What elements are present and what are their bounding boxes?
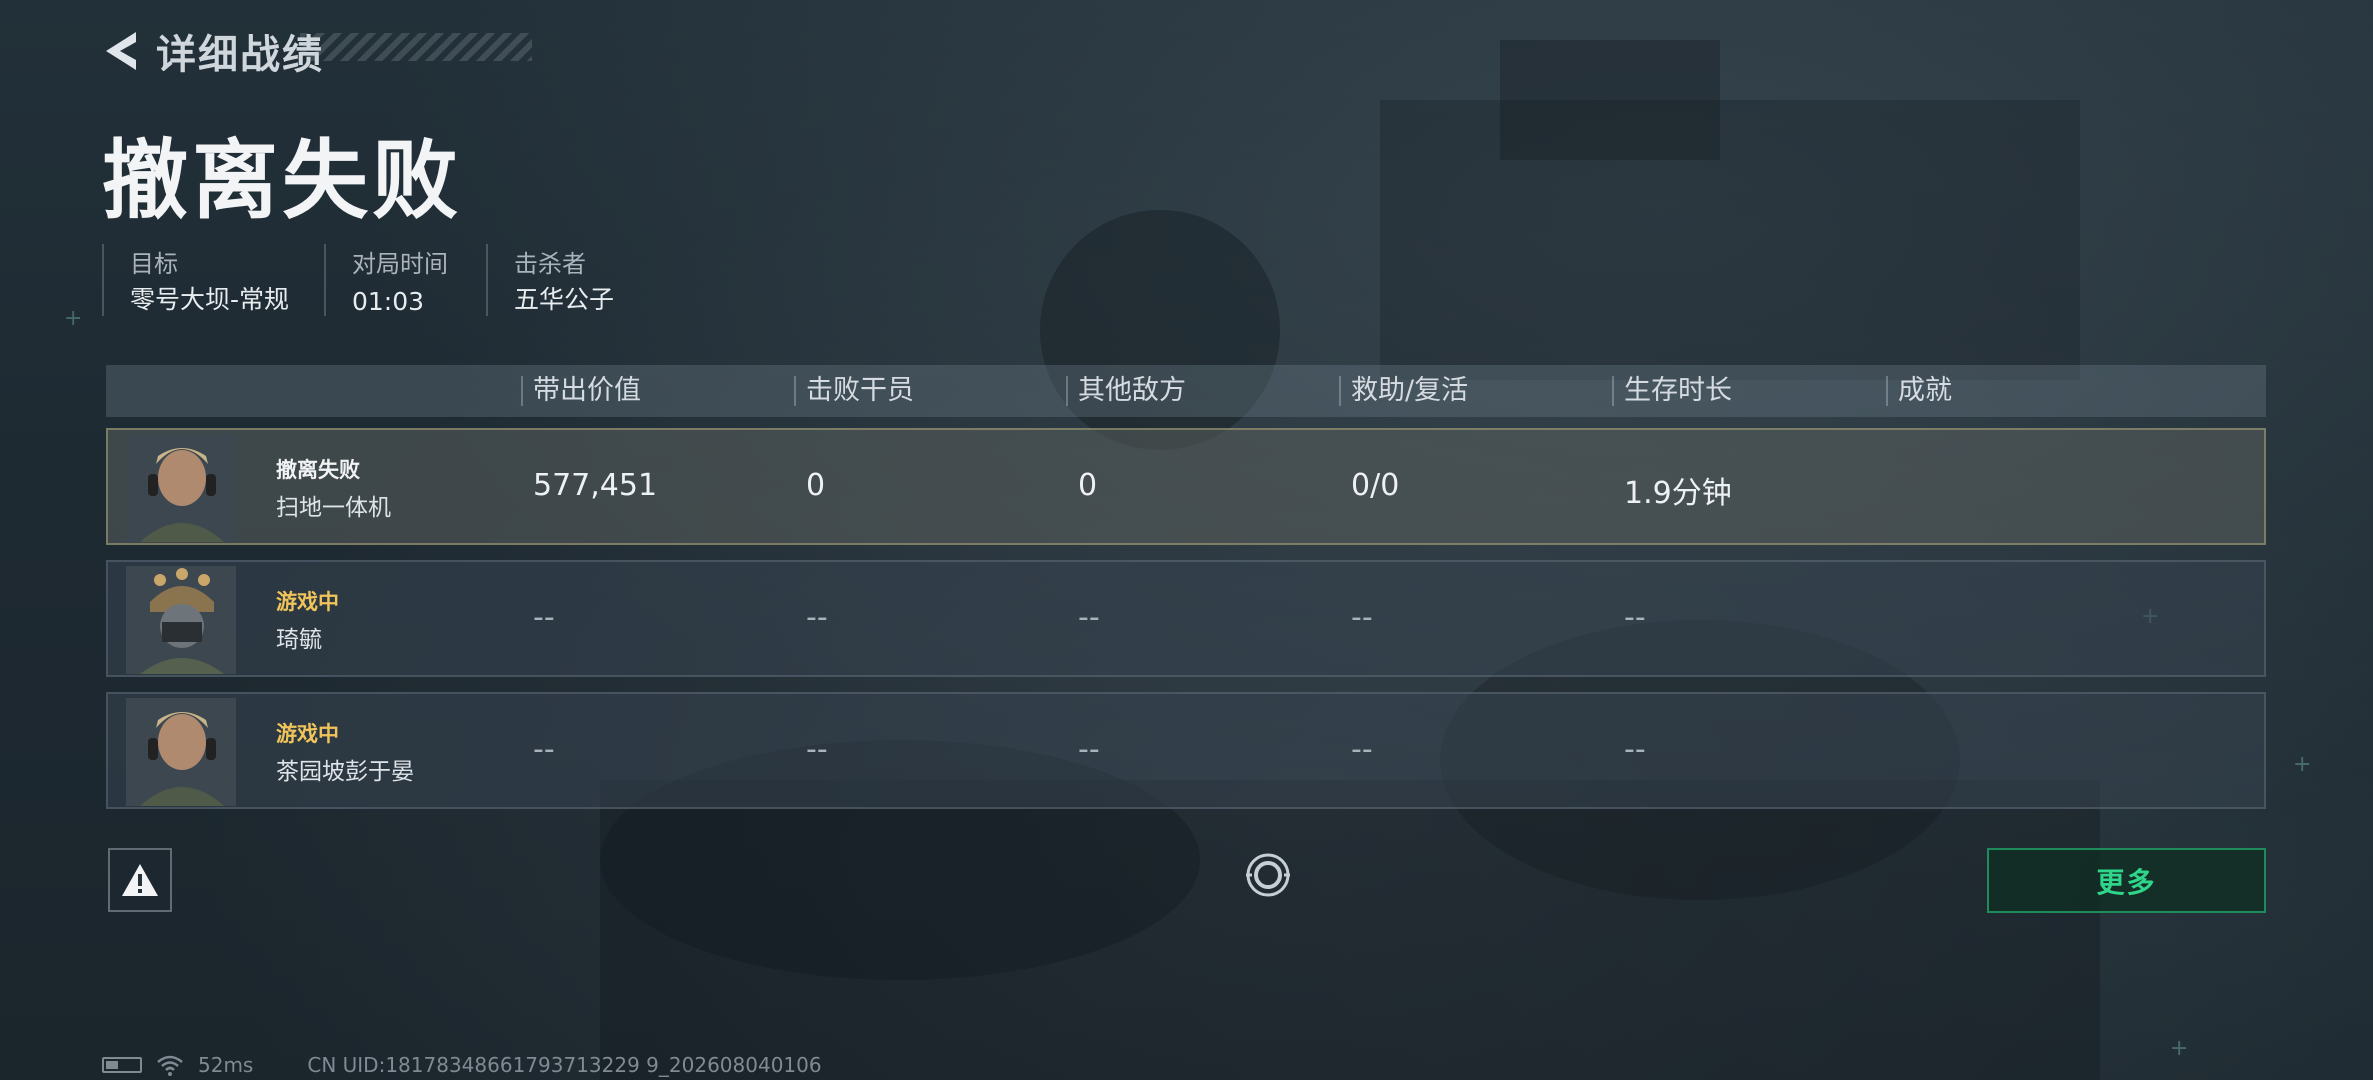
- column-header-other-enemies: 其他敌方: [1066, 376, 1186, 406]
- back-navigation[interactable]: 详细战绩: [100, 22, 324, 80]
- warning-icon: [122, 864, 158, 896]
- info-value: 01:03: [352, 287, 425, 316]
- cell-rescue: --: [1351, 600, 1373, 635]
- decor-plus-icon: +: [2170, 1036, 2189, 1061]
- player-status: 游戏中: [276, 722, 339, 746]
- cell-value: --: [533, 600, 555, 635]
- info-label: 对局时间: [352, 250, 448, 278]
- avatar: [126, 566, 236, 674]
- avatar: [126, 698, 236, 806]
- player-status: 游戏中: [276, 590, 339, 614]
- cell-other-enemies: 0: [1078, 468, 1098, 503]
- info-value: 五华公子: [514, 285, 615, 314]
- uid-text: CN UID:18178348661793713229 9_2026080401…: [307, 1053, 822, 1077]
- battery-icon: [102, 1057, 142, 1073]
- decor-plus-icon: +: [64, 306, 83, 331]
- ping-text: 52ms: [198, 1053, 254, 1077]
- status-footer: 52ms CN UID:18178348661793713229 9_20260…: [102, 1053, 822, 1077]
- info-objective: 目标 零号大坝-常规: [102, 244, 324, 316]
- report-button[interactable]: [108, 848, 172, 912]
- decor-plus-icon: +: [2293, 752, 2312, 777]
- player-name: 茶园坡彭于晏: [276, 759, 414, 785]
- info-killer: 击杀者 五华公子: [486, 244, 660, 316]
- column-header-achievements: 成就: [1886, 376, 1952, 406]
- table-header: 带出价值 击败干员 其他敌方 救助/复活 生存时长 成就: [106, 365, 2266, 417]
- player-name: 琦毓: [276, 627, 322, 653]
- header-stripe-decor: [300, 33, 532, 61]
- cell-survival-time: --: [1624, 732, 1646, 767]
- result-title: 撤离失败: [102, 131, 462, 231]
- cell-value: --: [533, 732, 555, 767]
- table-row[interactable]: 游戏中 茶园坡彭于晏 -- -- -- -- --: [106, 692, 2266, 809]
- cell-other-enemies: --: [1078, 600, 1100, 635]
- avatar: [126, 434, 236, 542]
- cell-value: 577,451: [533, 468, 658, 503]
- cell-rescue: --: [1351, 732, 1373, 767]
- target-icon[interactable]: [1243, 850, 1293, 900]
- cell-survival-time: --: [1624, 600, 1646, 635]
- cell-rescue: 0/0: [1351, 468, 1400, 503]
- match-info: 目标 零号大坝-常规 对局时间 01:03 击杀者 五华公子: [102, 244, 660, 316]
- column-header-survival-time: 生存时长: [1612, 376, 1732, 406]
- back-arrow-icon[interactable]: [100, 26, 142, 76]
- cell-kills: 0: [806, 468, 826, 503]
- info-label: 击杀者: [514, 250, 586, 278]
- column-header-rescue: 救助/复活: [1339, 376, 1468, 406]
- cell-kills: --: [806, 732, 828, 767]
- more-button[interactable]: 更多: [1987, 848, 2266, 913]
- column-header-kills: 击败干员: [794, 376, 914, 406]
- table-row[interactable]: 游戏中 琦毓 -- -- -- -- --: [106, 560, 2266, 677]
- cell-survival-time: 1.9分钟: [1624, 476, 1732, 511]
- wifi-icon: [157, 1055, 183, 1076]
- player-name: 扫地一体机: [276, 495, 391, 521]
- cell-kills: --: [806, 600, 828, 635]
- cell-other-enemies: --: [1078, 732, 1100, 767]
- player-status: 撤离失败: [276, 458, 360, 482]
- info-match-time: 对局时间 01:03: [324, 244, 486, 316]
- back-title: 详细战绩: [156, 32, 324, 78]
- table-row[interactable]: 撤离失败 扫地一体机 577,451 0 0 0/0 1.9分钟: [106, 428, 2266, 545]
- info-label: 目标: [130, 250, 178, 278]
- info-value: 零号大坝-常规: [130, 285, 290, 314]
- column-header-value: 带出价值: [521, 376, 641, 406]
